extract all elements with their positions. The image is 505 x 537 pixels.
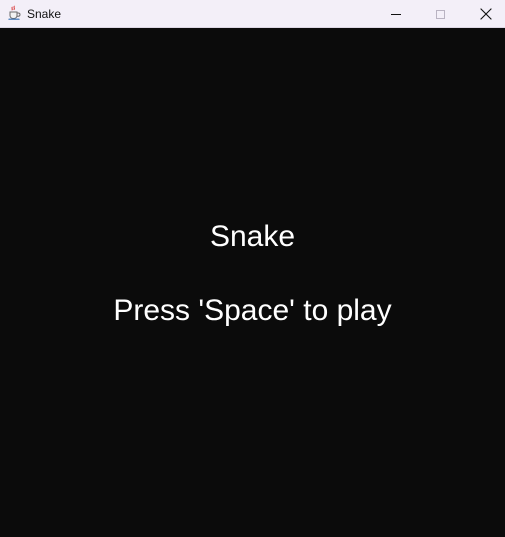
close-button[interactable]	[463, 0, 505, 28]
minimize-button[interactable]	[373, 0, 419, 28]
game-title: Snake	[209, 220, 296, 253]
maximize-button[interactable]	[417, 0, 463, 28]
maximize-icon	[435, 9, 445, 19]
start-prompt: Press 'Space' to play	[113, 294, 392, 327]
java-cup-icon	[8, 5, 21, 20]
close-icon	[480, 8, 492, 20]
game-canvas[interactable]: Snake Press 'Space' to play	[0, 28, 505, 537]
minimize-icon	[391, 13, 401, 15]
snake-window: Snake Snake Press 'Space' to play	[0, 0, 505, 537]
title-bar[interactable]: Snake	[0, 0, 505, 28]
window-title: Snake	[27, 7, 62, 21]
